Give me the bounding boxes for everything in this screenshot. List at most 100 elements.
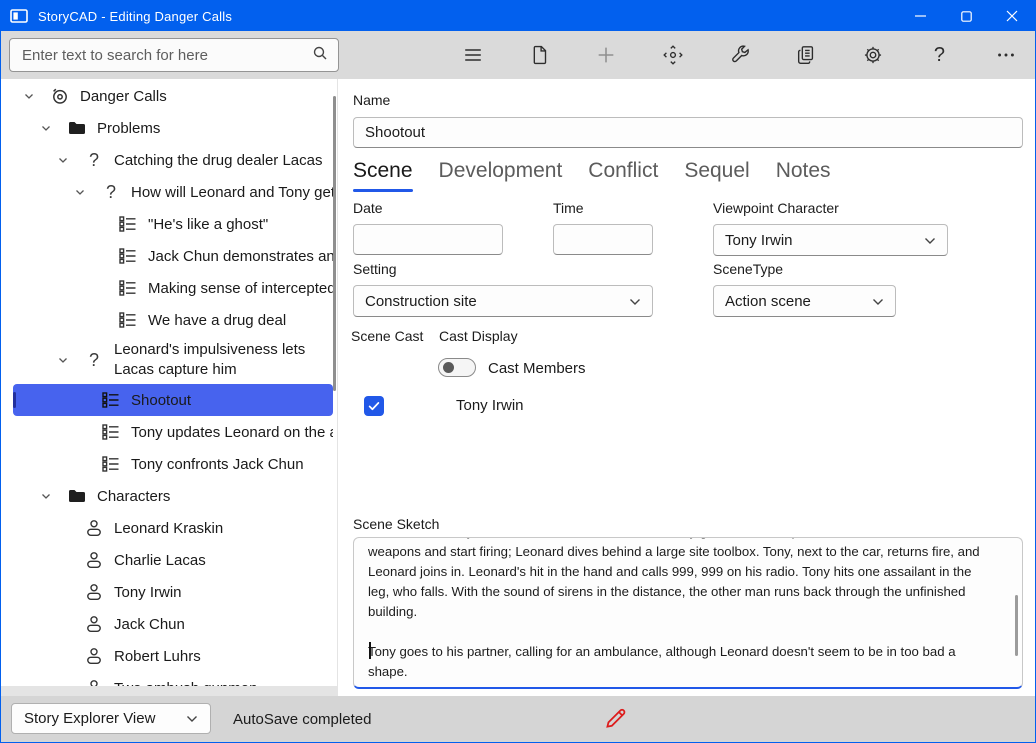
- tree-item-folder[interactable]: Characters: [13, 480, 333, 512]
- add-icon[interactable]: [589, 38, 623, 72]
- chevron-down-icon[interactable]: [40, 490, 66, 502]
- chevron-down-icon: [629, 293, 641, 310]
- search-input[interactable]: [22, 47, 312, 64]
- time-input[interactable]: [553, 224, 653, 255]
- tree-item-problem[interactable]: ? Leonard's impulsiveness lets Lacas cap…: [13, 336, 333, 384]
- toggle-knob: [443, 362, 454, 373]
- story-tree-panel: Danger Calls Problems ? Catching the dru…: [1, 79, 338, 696]
- app-window: StoryCAD - Editing Danger Calls ?: [0, 0, 1036, 743]
- tab-development[interactable]: Development: [439, 159, 563, 192]
- new-document-icon[interactable]: [523, 38, 557, 72]
- tab-notes[interactable]: Notes: [776, 159, 831, 192]
- tree-item-scene-selected[interactable]: Shootout: [13, 384, 333, 416]
- command-bar: ?: [1, 31, 1035, 79]
- scene-sketch-editor[interactable]: Leonard and Tony arrive at the construct…: [353, 537, 1023, 689]
- tree-item-label: Shootout: [131, 392, 333, 409]
- tab-conflict[interactable]: Conflict: [588, 159, 658, 192]
- tree-item-story-overview[interactable]: Danger Calls: [13, 80, 333, 112]
- tree-item-label: Problems: [97, 120, 333, 137]
- scene-editor-panel: Name Scene Development Conflict Sequel N…: [338, 79, 1035, 696]
- person-icon: [83, 582, 105, 602]
- tree-item-character[interactable]: Leonard Kraskin: [13, 512, 333, 544]
- tab-scene[interactable]: Scene: [353, 159, 413, 192]
- name-input[interactable]: [353, 117, 1023, 148]
- scene-icon: [117, 278, 139, 298]
- pivot-tabs: Scene Development Conflict Sequel Notes: [353, 159, 831, 192]
- cast-members-toggle-label: Cast Members: [488, 360, 586, 377]
- cast-members-toggle[interactable]: [438, 358, 476, 377]
- date-label: Date: [353, 200, 383, 216]
- chevron-down-icon: [186, 710, 198, 727]
- tree-item-character[interactable]: Tony Irwin: [13, 576, 333, 608]
- search-icon[interactable]: [312, 45, 328, 66]
- chevron-down-icon[interactable]: [40, 122, 66, 134]
- chevron-down-icon[interactable]: [57, 154, 83, 166]
- tree-item-folder[interactable]: Problems: [13, 112, 333, 144]
- tree-item-character[interactable]: Robert Luhrs: [13, 640, 333, 672]
- viewpoint-character-combobox[interactable]: Tony Irwin: [713, 224, 948, 256]
- tree-item-label: Jack Chun: [114, 616, 333, 633]
- tree-item-problem[interactable]: ? How will Leonard and Tony get pas: [13, 176, 333, 208]
- tree-item-character[interactable]: Jack Chun: [13, 608, 333, 640]
- maximize-button[interactable]: [943, 1, 989, 31]
- problem-icon: ?: [100, 182, 122, 203]
- tree-item-scene[interactable]: "He's like a ghost": [13, 208, 333, 240]
- cast-display-label: Cast Display: [439, 328, 518, 344]
- move-icon[interactable]: [656, 38, 690, 72]
- tab-sequel[interactable]: Sequel: [684, 159, 749, 192]
- person-icon: [83, 550, 105, 570]
- story-tree: Danger Calls Problems ? Catching the dru…: [1, 79, 337, 696]
- scenetype-combobox[interactable]: Action scene: [713, 285, 896, 317]
- tree-item-scene[interactable]: Tony confronts Jack Chun: [13, 448, 333, 480]
- app-icon: [10, 8, 28, 24]
- problem-icon: ?: [83, 150, 105, 171]
- tree-item-label: Leonard's impulsiveness lets Lacas captu…: [114, 340, 333, 381]
- tree-item-label: Jack Chun demonstrates an SDR: [148, 248, 333, 265]
- sketch-vertical-scrollbar[interactable]: [1015, 595, 1018, 656]
- search-box[interactable]: [9, 38, 339, 72]
- tree-item-problem[interactable]: ? Catching the drug dealer Lacas: [13, 144, 333, 176]
- chevron-down-icon[interactable]: [57, 354, 83, 366]
- copy-icon[interactable]: [789, 38, 823, 72]
- tree-item-scene[interactable]: Tony updates Leonard on the aft: [13, 416, 333, 448]
- settings-gear-icon[interactable]: [856, 38, 890, 72]
- scenetype-label: SceneType: [713, 261, 783, 277]
- folder-icon: [66, 486, 88, 506]
- tree-item-character[interactable]: Charlie Lacas: [13, 544, 333, 576]
- tree-item-scene[interactable]: Making sense of intercepted dat: [13, 272, 333, 304]
- cast-member-checkbox[interactable]: [364, 396, 384, 416]
- tree-item-label: Robert Luhrs: [114, 648, 333, 665]
- tree-item-label: How will Leonard and Tony get pas: [131, 184, 333, 201]
- text-caret: [369, 642, 371, 659]
- cast-member-label: Tony Irwin: [456, 397, 524, 414]
- tree-item-scene[interactable]: Jack Chun demonstrates an SDR: [13, 240, 333, 272]
- view-selector-combobox[interactable]: Story Explorer View: [11, 703, 211, 734]
- person-icon: [83, 646, 105, 666]
- date-input[interactable]: [353, 224, 503, 255]
- tree-horizontal-scrollbar[interactable]: [1, 686, 337, 696]
- close-button[interactable]: [989, 1, 1035, 31]
- autosave-status: AutoSave completed: [233, 711, 371, 728]
- scene-icon: [117, 310, 139, 330]
- tree-item-label: Leonard Kraskin: [114, 520, 333, 537]
- chevron-down-icon[interactable]: [23, 90, 49, 102]
- tree-item-label: Characters: [97, 488, 333, 505]
- setting-combobox[interactable]: Construction site: [353, 285, 653, 317]
- minimize-button[interactable]: [897, 1, 943, 31]
- scenetype-value: Action scene: [725, 293, 811, 310]
- tree-item-label: Catching the drug dealer Lacas: [114, 152, 333, 169]
- changed-pen-icon: [601, 705, 629, 738]
- viewpoint-character-value: Tony Irwin: [725, 232, 793, 249]
- scene-icon: [100, 422, 122, 442]
- tools-wrench-icon[interactable]: [723, 38, 757, 72]
- tree-item-label: Tony updates Leonard on the aft: [131, 424, 333, 441]
- tree-item-label: Charlie Lacas: [114, 552, 333, 569]
- chevron-down-icon[interactable]: [74, 186, 100, 198]
- more-ellipsis-icon[interactable]: [989, 38, 1023, 72]
- tree-item-scene[interactable]: We have a drug deal: [13, 304, 333, 336]
- help-icon[interactable]: ?: [922, 38, 956, 72]
- viewpoint-character-label: Viewpoint Character: [713, 200, 839, 216]
- tree-vertical-scrollbar[interactable]: [333, 96, 336, 391]
- story-overview-icon: [49, 86, 71, 106]
- menu-icon[interactable]: [456, 38, 490, 72]
